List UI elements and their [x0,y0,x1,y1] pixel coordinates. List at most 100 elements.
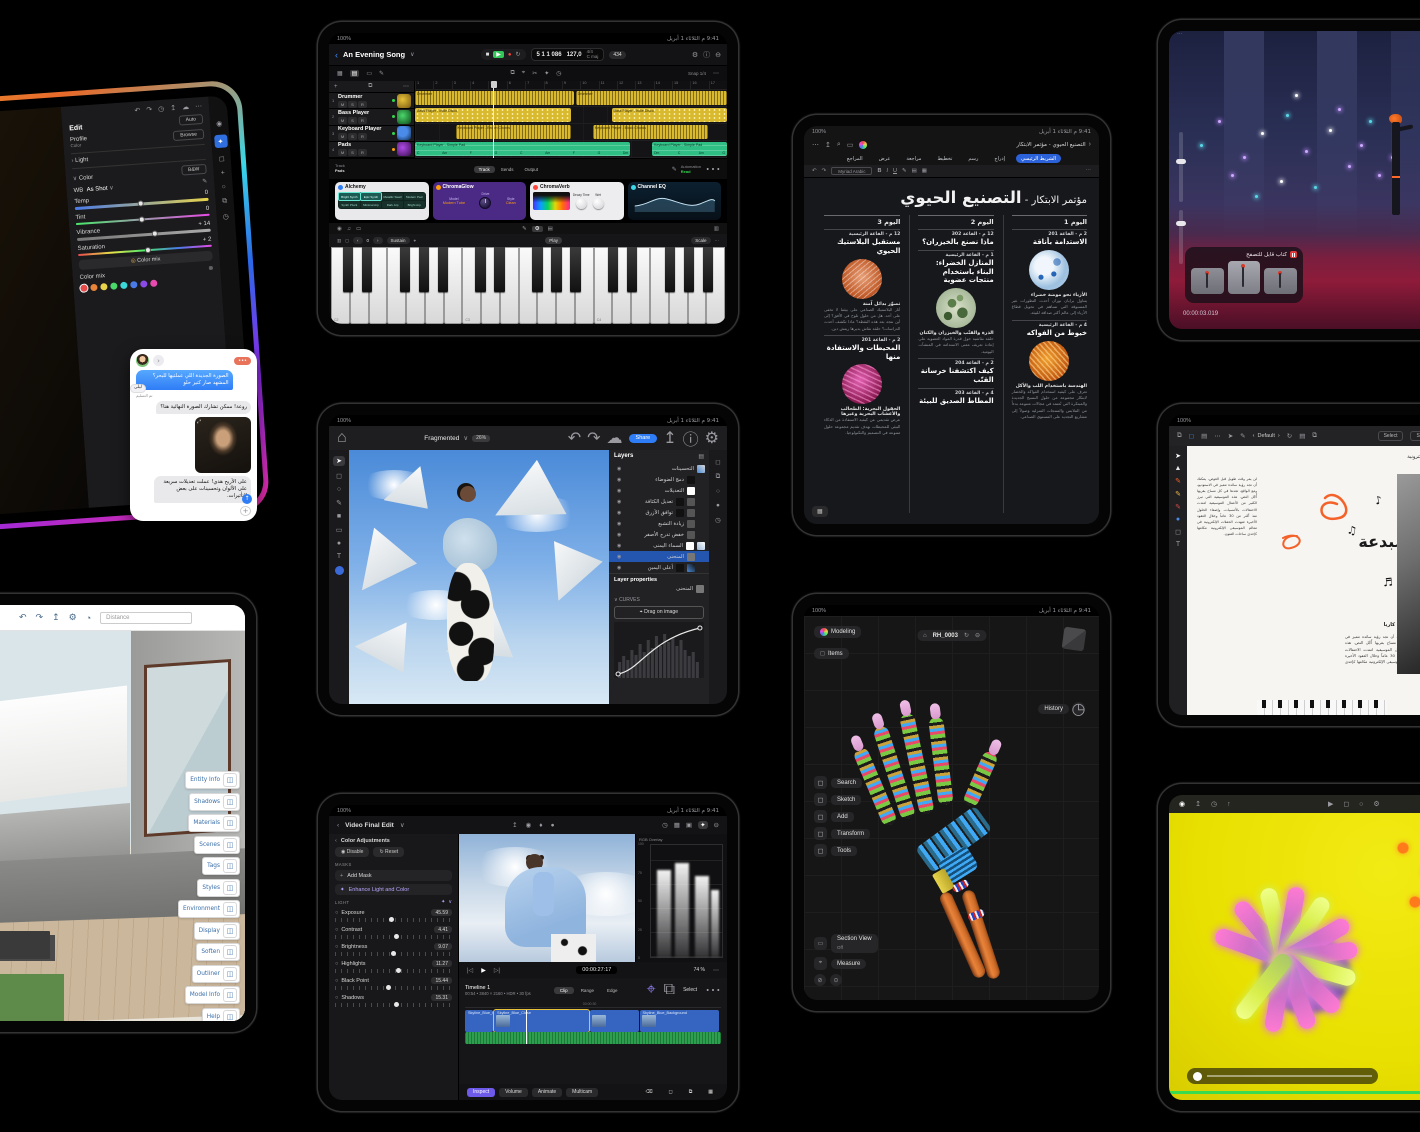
redo-icon[interactable]: ↷ [822,168,827,174]
mic-icon[interactable]: ♦ [539,822,542,829]
send-button[interactable]: ↑ [242,494,252,504]
visibility-icon[interactable]: ◉ [617,477,621,483]
mute-solo-record-button[interactable]: M [338,101,347,108]
ribbon-tab[interactable]: رسم [963,154,983,163]
contrast-control[interactable]: ○Contrast4.41 [335,926,452,939]
piano-black-key[interactable] [494,247,504,292]
align-icon[interactable]: ▤ [912,168,917,174]
copy-icon[interactable]: ⧉ [511,70,515,77]
export-icon[interactable]: ↥ [663,428,676,448]
record-button[interactable]: ● [508,52,512,58]
back-icon[interactable]: ‹ [335,838,337,844]
red-channel[interactable] [80,284,87,291]
mute-solo-record-button[interactable]: S [348,101,357,108]
brightness-control[interactable]: ○Brightness9.07 [335,943,452,956]
piano-black-key[interactable] [703,247,713,292]
chevron-down-icon[interactable]: ∨ [463,434,468,442]
browser-icon[interactable]: ▦ [674,821,680,829]
trim-mode-tab[interactable]: Clip [554,987,574,994]
history-panel-icon[interactable]: ◷ [715,516,721,524]
expand-chevron-icon[interactable]: › [153,355,164,366]
color-section[interactable]: ∨ Color [73,173,94,181]
masking-icon[interactable]: ○ [221,184,226,191]
scale-button[interactable]: Scale [691,237,710,244]
lock-icon[interactable]: ⌖ [414,238,417,243]
trim-mode-tab[interactable]: Range [575,987,600,994]
alchemy-preset-cell[interactable]: Dark Arp [382,201,403,208]
automation-icon[interactable]: ✎ [379,70,384,77]
track-row-pads[interactable]: 4 PadsMSR [329,142,414,158]
list-icon[interactable]: ▦ [922,168,927,174]
info-icon[interactable]: ◷ [222,212,229,220]
blackpoint-control[interactable]: ○Black Point15.44 [335,977,452,990]
auto-enhance-icon[interactable]: ✦ [441,899,445,905]
keys-mode-icon[interactable]: ⚙ [532,226,543,232]
expand-icon[interactable]: ⤢ [197,419,201,425]
highlights-control[interactable]: ○Highlights11.27 [335,960,452,973]
format-more-icon[interactable]: ⋯ [1086,168,1092,174]
text-tool-icon[interactable]: T [337,553,341,560]
piano-black-key[interactable] [627,247,637,292]
append-icon[interactable]: ▦ [702,1088,719,1097]
timeline-playhead[interactable] [526,1010,527,1044]
close-icon[interactable]: ⊗ [208,265,214,272]
keyboard-icon[interactable] [397,126,411,140]
bold-icon[interactable]: B [877,168,881,174]
tracks-view-icon[interactable]: ▦ [337,70,343,77]
bass-guitar-icon[interactable] [397,110,411,124]
next-frame-icon[interactable]: ▷| [494,967,500,974]
record-icon[interactable]: ○ [1359,801,1363,808]
audio-track[interactable] [465,1032,721,1044]
plugin-power-led[interactable] [338,185,343,190]
mute-solo-record-button[interactable]: R [358,133,367,140]
style-control[interactable]: StyleClean [506,197,516,205]
plugin-chromaglow[interactable]: ChromaGlow ModelModern Tube Drive StyleC… [433,182,527,220]
layer-row[interactable]: خفض تدرج الأصفر◉ [609,529,709,540]
blue-channel[interactable] [130,281,137,288]
sketch-tool[interactable]: Sketch [814,793,870,806]
region-inspector-icon[interactable]: ▭ [366,70,372,77]
record-icon[interactable]: ● [551,822,555,829]
layer-row-selected[interactable]: المنحنى◉ [609,551,709,562]
properties-icon[interactable]: ◻ [715,458,720,466]
pause-icon[interactable] [1290,251,1297,258]
video-viewer[interactable] [459,834,635,962]
visibility-icon[interactable]: ◉ [617,532,621,538]
piano-black-key[interactable] [570,247,580,292]
menu-icon[interactable]: ▤ [1201,432,1207,440]
region-drummer-1[interactable]: Drummer [415,91,574,105]
select-tool-icon[interactable]: ➤ [1175,452,1181,460]
marquee-icon[interactable]: ⌖ [522,70,525,77]
panel-button[interactable]: Materials [188,814,240,832]
layer-row[interactable]: تعديل الكثافة◉ [609,496,709,507]
count-in-badge[interactable]: 434 [609,51,625,59]
curves-section-label[interactable]: ∨ CURVES [614,597,704,603]
layers-icon[interactable]: ⧉ [716,473,721,481]
collapse-icon[interactable]: ⊖ [714,821,719,829]
frame-thumbnail[interactable] [1191,268,1224,294]
adjust-icon[interactable]: ✦ [698,821,707,829]
timeline-clip[interactable] [590,1010,639,1032]
project-title[interactable]: An Evening Song [343,50,405,59]
arrange-area[interactable]: 1234567891011121314151617 Drummer Drumme… [415,81,727,158]
pencil-tool-icon[interactable]: ✎ [1175,477,1181,485]
section-view-button[interactable]: ▭Section ViewOff [814,934,878,953]
move-tool-icon[interactable]: ➤ [333,456,345,466]
comments-icon[interactable]: ○ [716,488,720,495]
redo-icon[interactable]: ↷ [587,428,600,448]
contact-avatar[interactable] [136,354,149,367]
reply-bubble[interactable]: على الأريح هذي! عملت تعديلات سريعة على ا… [154,476,251,503]
teal-channel[interactable] [120,282,127,289]
sustain-button[interactable]: Sustain [387,237,410,244]
healing-icon[interactable]: + [220,170,225,177]
undo-icon[interactable]: ↶ [812,168,817,174]
page-thumbnails-button[interactable]: ▦ [812,506,828,517]
more-icon[interactable]: ⋯ [705,980,721,1000]
mute-solo-record-button[interactable]: M [338,133,347,140]
region-bass-2[interactable]: Bass Player - Indie Disco [612,108,727,122]
orange-channel[interactable] [90,284,97,291]
velocity-icon[interactable]: ◉ [337,226,342,232]
track-stack-icon[interactable]: ⧉ [368,83,372,90]
project-title[interactable]: Video Final Edit [345,822,394,829]
region-pads-2[interactable]: Keyboard Player - Simple PadDmCAmG [652,142,727,156]
